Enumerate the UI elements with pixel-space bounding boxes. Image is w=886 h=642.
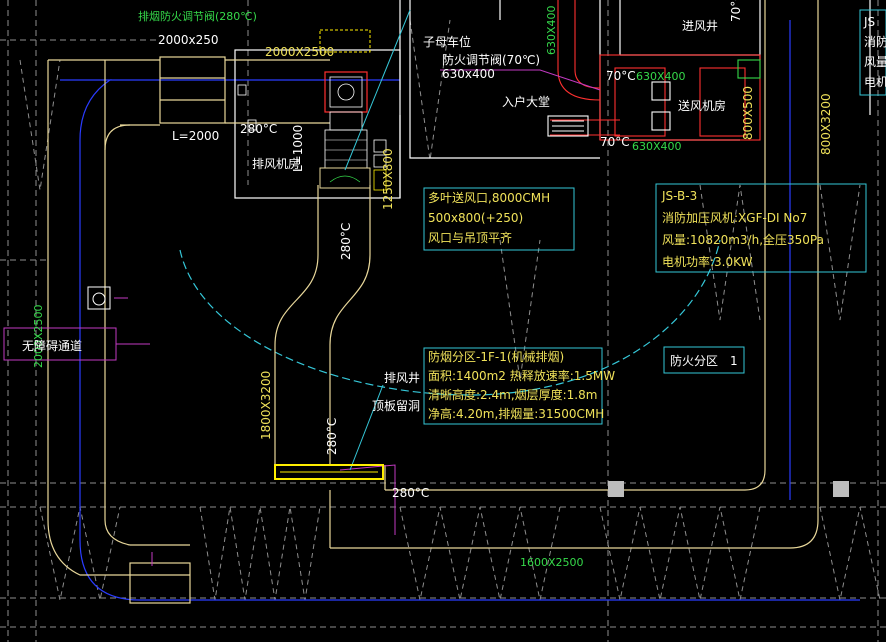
duct-630-a: 630X400 — [545, 5, 558, 55]
temp-70-a: 70°C — [606, 69, 636, 83]
temp-280-d: 280°C — [392, 486, 429, 500]
roof-opening: 顶板留洞 — [372, 399, 420, 413]
fan-line3: 风量:10820m3/h,全压350Pa — [662, 232, 824, 247]
fire-damper-70: 防火调节阀(70℃) — [442, 52, 540, 67]
fire-zone-no: 1 — [730, 354, 738, 368]
fire-zone-label: 防火分区 — [670, 353, 718, 368]
duct-630-b: 630X400 — [636, 70, 686, 83]
exhaust-shaft: 排风井 — [384, 371, 420, 385]
fan-line4: 电机功率:3.0KW — [662, 254, 753, 269]
duct-right-size: 800X3200 — [819, 93, 833, 155]
parent-child-car: 子母车位 — [423, 34, 471, 49]
fire-damper-size: 630x400 — [442, 67, 495, 81]
supply-room: 送风机房 — [678, 98, 726, 113]
temp-280-b: 280°C — [339, 223, 353, 260]
duct-1250: 1250X800 — [381, 148, 395, 210]
cad-drawing: 排烟防火调节阀(280℃) 2000x250 2000X2500 L=2000 … — [0, 0, 886, 642]
air-outlet-line1: 多叶送风口,8000CMH — [428, 190, 550, 205]
air-outlet-line2: 500x800(+250) — [428, 211, 523, 225]
length-label-2: L=1000 — [291, 125, 305, 172]
accessible-path: 无障碍通道 — [22, 338, 82, 353]
wheelchair-icon — [87, 286, 128, 310]
labels: 排烟防火调节阀(280℃) 2000x250 2000X2500 L=2000 … — [22, 0, 886, 569]
length-label-1: L=2000 — [172, 129, 219, 143]
temp-280-c: 280°C — [325, 418, 339, 455]
smoke-zone-line4: 净高:4.20m,排烟量:31500CMH — [428, 406, 604, 421]
blue-reference-lines — [60, 20, 860, 601]
entrance-hall: 入户大堂 — [502, 94, 550, 109]
supply-shaft: 进风井 — [682, 19, 718, 33]
damper-top-label: 排烟防火调节阀(280℃) — [138, 9, 257, 23]
duct-800-v: 800X500 — [741, 86, 755, 140]
damper-top-size: 2000x250 — [158, 33, 219, 47]
duct-630-c: 630X400 — [632, 140, 682, 153]
temp-70-b: 70°C — [600, 135, 630, 149]
right-edge-line4: 电机 — [864, 75, 886, 89]
smoke-zone-line2: 面积:1400m2 热释放速率:1.5MW — [428, 368, 615, 383]
temp-280-a: 280°C — [240, 122, 277, 136]
smoke-zone-line1: 防烟分区-1F-1(机械排烟) — [428, 349, 564, 364]
fan-line1: JS-B-3 — [661, 189, 697, 203]
temp-70-c: 70°C — [729, 0, 743, 22]
duct-main — [47, 0, 819, 604]
side-components — [237, 84, 387, 191]
fan-line2: 消防加压风机:XGF-DI No7 — [662, 210, 807, 225]
right-edge-line1: JS — [863, 15, 875, 29]
exhaust-fan — [319, 71, 371, 189]
smoke-zone-line3: 清晰高度:2.4m,烟层厚度:1.8m — [428, 387, 597, 402]
duct-left-size: 2000X2500 — [32, 304, 45, 368]
duct-bottom-size: 1600X2500 — [520, 556, 584, 569]
air-outlet-line3: 风口与吊顶平齐 — [428, 230, 512, 245]
right-edge-line3: 风量 — [864, 55, 886, 69]
duct-top-size: 2000X2500 — [265, 45, 334, 59]
right-edge-line2: 消防 — [864, 34, 886, 49]
duct-vertical-size: 1800X3200 — [259, 371, 273, 440]
